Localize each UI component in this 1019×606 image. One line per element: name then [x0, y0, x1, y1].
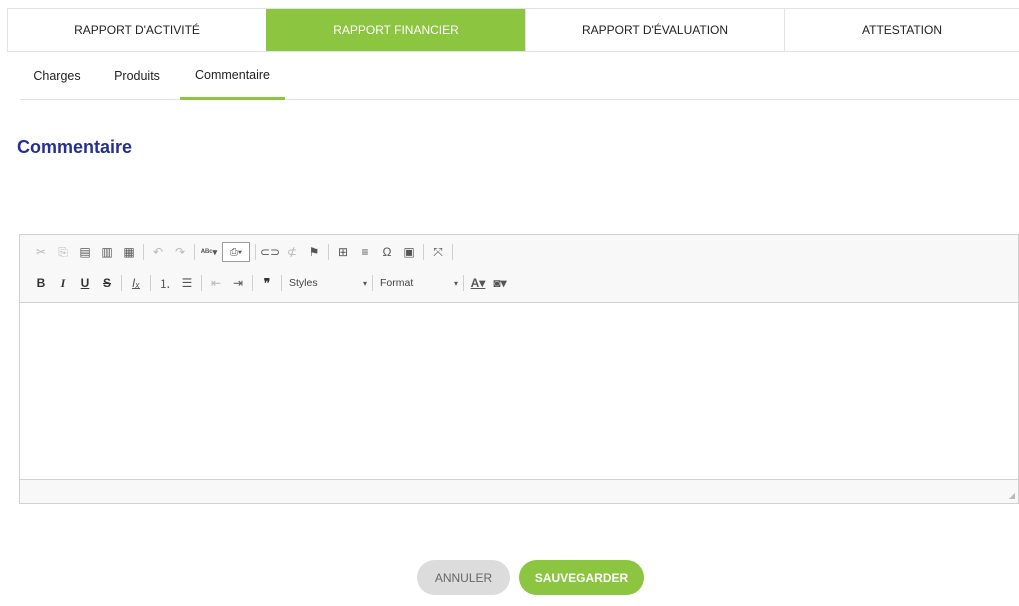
numbered-list-icon[interactable]: ⒈ [154, 273, 176, 293]
copy-icon[interactable]: ⎘ [52, 242, 74, 262]
toolbar-separator [452, 244, 453, 260]
format-label: Format [380, 277, 414, 289]
special-char-icon[interactable]: Ω [376, 242, 398, 262]
toolbar-separator [150, 275, 151, 291]
tab-rapport-activite[interactable]: RAPPORT D'ACTIVITÉ [7, 9, 266, 51]
toolbar-separator [121, 275, 122, 291]
paste-text-icon[interactable]: ▥ [96, 242, 118, 262]
editor-toolbar: ✂ ⎘ ▤ ▥ ▦ ↶ ↷ ᴬᴮᶜ▾ ⎙▾ ⊂⊃ ⊄ ⚑ ⊞ ≡ Ω ▣ ⤧ B [20, 235, 1018, 303]
scayt-icon[interactable]: ⎙▾ [222, 242, 250, 262]
underline-icon[interactable]: U [74, 273, 96, 293]
table-icon[interactable]: ⊞ [332, 242, 354, 262]
toolbar-separator [328, 244, 329, 260]
format-dropdown[interactable]: Format ▾ [376, 274, 460, 292]
toolbar-row-1: ✂ ⎘ ▤ ▥ ▦ ↶ ↷ ᴬᴮᶜ▾ ⎙▾ ⊂⊃ ⊄ ⚑ ⊞ ≡ Ω ▣ ⤧ [30, 241, 456, 263]
chevron-down-icon: ▾ [362, 278, 367, 288]
paste-icon[interactable]: ▤ [74, 242, 96, 262]
toolbar-separator [423, 244, 424, 260]
save-button[interactable]: SAUVEGARDER [519, 560, 644, 595]
indent-icon[interactable]: ⇥ [227, 273, 249, 293]
tab-rapport-evaluation[interactable]: RAPPORT D'ÉVALUATION [525, 9, 784, 51]
bg-color-icon[interactable]: ◙▾ [489, 273, 511, 293]
blockquote-icon[interactable]: ❞ [256, 273, 278, 293]
styles-label: Styles [289, 277, 318, 289]
editor-content-area[interactable] [20, 302, 1018, 480]
bold-icon[interactable]: B [30, 273, 52, 293]
toolbar-separator [252, 275, 253, 291]
toolbar-separator [281, 275, 282, 291]
text-color-icon[interactable]: A▾ [467, 273, 489, 293]
maximize-icon[interactable]: ⤧ [427, 242, 449, 262]
anchor-icon[interactable]: ⚑ [303, 242, 325, 262]
link-icon[interactable]: ⊂⊃ [259, 242, 281, 262]
bulleted-list-icon[interactable]: ☰ [176, 273, 198, 293]
cut-icon[interactable]: ✂ [30, 242, 52, 262]
spellcheck-icon[interactable]: ᴬᴮᶜ▾ [198, 242, 220, 262]
outdent-icon[interactable]: ⇤ [205, 273, 227, 293]
toolbar-separator [372, 275, 373, 291]
subtab-charges[interactable]: Charges [20, 52, 94, 99]
resize-grip-icon[interactable]: ◢ [1009, 491, 1015, 500]
styles-dropdown[interactable]: Styles ▾ [285, 274, 369, 292]
italic-icon[interactable]: I [52, 273, 74, 293]
chevron-down-icon: ▾ [453, 278, 458, 288]
toolbar-separator [463, 275, 464, 291]
toolbar-row-2: B I U S Iₓ ⒈ ☰ ⇤ ⇥ ❞ Styles ▾ Format ▾ A… [30, 272, 511, 294]
horizontal-rule-icon[interactable]: ≡ [354, 242, 376, 262]
toolbar-separator [194, 244, 195, 260]
undo-icon[interactable]: ↶ [147, 242, 169, 262]
toolbar-separator [255, 244, 256, 260]
toolbar-separator [143, 244, 144, 260]
sub-tabs: Charges Produits Commentaire [20, 52, 1019, 100]
cancel-button[interactable]: ANNULER [417, 560, 510, 595]
remove-format-icon[interactable]: Iₓ [125, 273, 147, 293]
editor-statusbar: ◢ [20, 479, 1018, 503]
top-tabs: RAPPORT D'ACTIVITÉ RAPPORT FINANCIER RAP… [7, 8, 1019, 52]
tab-attestation[interactable]: ATTESTATION [784, 9, 1019, 51]
unlink-icon[interactable]: ⊄ [281, 242, 303, 262]
redo-icon[interactable]: ↷ [169, 242, 191, 262]
tab-rapport-financier[interactable]: RAPPORT FINANCIER [266, 9, 525, 51]
subtab-commentaire[interactable]: Commentaire [180, 52, 285, 100]
subtab-produits[interactable]: Produits [102, 52, 172, 99]
paste-word-icon[interactable]: ▦ [118, 242, 140, 262]
toolbar-separator [201, 275, 202, 291]
section-title: Commentaire [17, 137, 133, 157]
rich-text-editor: ✂ ⎘ ▤ ▥ ▦ ↶ ↷ ᴬᴮᶜ▾ ⎙▾ ⊂⊃ ⊄ ⚑ ⊞ ≡ Ω ▣ ⤧ B [19, 234, 1019, 504]
image-icon[interactable]: ▣ [398, 242, 420, 262]
strike-icon[interactable]: S [96, 273, 118, 293]
